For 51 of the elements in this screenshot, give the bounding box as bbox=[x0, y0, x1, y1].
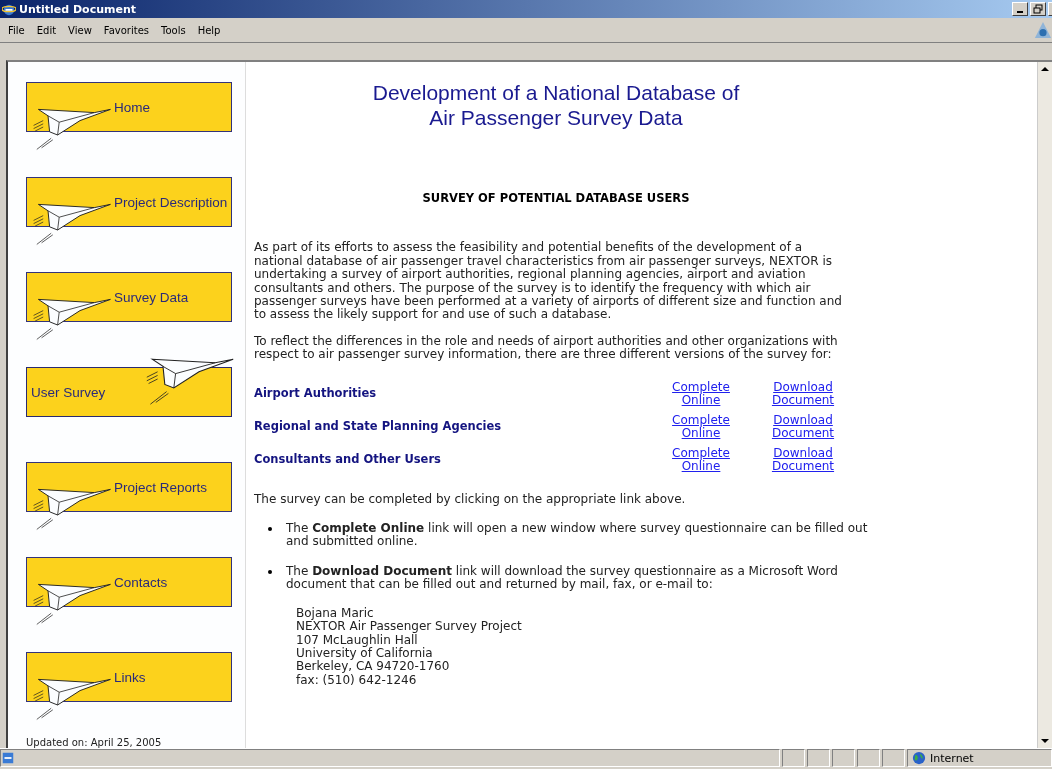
security-zone-label: Internet bbox=[930, 751, 974, 765]
menu-item[interactable]: File bbox=[2, 24, 31, 36]
menu-item[interactable]: Tools bbox=[155, 24, 192, 36]
address-line: NEXTOR Air Passenger Survey Project bbox=[296, 620, 523, 634]
complete-online-link[interactable]: Complete Online bbox=[666, 380, 736, 408]
section-heading: SURVEY OF POTENTIAL DATABASE USERS bbox=[421, 192, 691, 206]
download-document-link[interactable]: Download Document bbox=[768, 413, 838, 441]
menu-item[interactable]: Favorites bbox=[97, 24, 155, 36]
scrollbar[interactable] bbox=[1037, 62, 1052, 748]
address-line: University of California bbox=[296, 646, 434, 661]
minimize-button[interactable] bbox=[1012, 2, 1028, 16]
globe-icon bbox=[912, 751, 926, 765]
page-title: Development of a National Database of Air Passenger Survey Data bbox=[371, 80, 741, 130]
nav-button[interactable]: Survey Data bbox=[26, 272, 232, 322]
address-line: 107 McLaughlin Hall bbox=[296, 633, 418, 647]
bullet-icon bbox=[268, 527, 272, 532]
user-group-label: Airport Authorities bbox=[254, 387, 378, 401]
complete-online-link[interactable]: Complete Online bbox=[666, 446, 736, 474]
nav-button[interactable]: Contacts bbox=[26, 557, 232, 607]
download-document-link[interactable]: Download Document bbox=[768, 446, 838, 474]
page-icon bbox=[1, 751, 15, 765]
updated-date: Updated on: April 25, 2005 bbox=[26, 737, 163, 748]
download-document-link[interactable]: Download Document bbox=[768, 380, 838, 408]
address-line: fax: (510) 642-1246 bbox=[296, 673, 418, 688]
bullet-text: The Download Document link will download the survey questionnaire as a Microsoft Word document that can be filled out and returned by mail, fax, or e-mail to: bbox=[286, 564, 839, 592]
restore-button[interactable] bbox=[1030, 2, 1046, 16]
menu-item[interactable]: View bbox=[62, 24, 98, 36]
paragraph: As part of its efforts to assess the feasibility and potential benefits of the development of a national database of air passenger travel characteristics from air passenger surveys, NEXTOR is undertaking a survey of airport authorities, regional planning agencies, airport and aviation consultants and others. The purpose of the survey is to identify the frequency with which air passenger surveys have been performed at a variety of airports of different size and function and to assess the likely support for and use of such a database. bbox=[254, 241, 843, 322]
nav-button[interactable]: Project Reports bbox=[26, 462, 232, 512]
minimize-icon bbox=[1017, 11, 1023, 13]
address-line: Berkeley, CA 94720-1760 bbox=[296, 660, 451, 674]
user-group-label: Consultants and Other Users bbox=[254, 453, 442, 467]
nav-button[interactable]: User Survey bbox=[26, 367, 232, 417]
paragraph: The survey can be completed by clicking on the appropriate link above. bbox=[254, 492, 687, 507]
menu-item[interactable]: Help bbox=[191, 24, 227, 36]
menu-item[interactable]: Edit bbox=[30, 24, 63, 36]
nav-button[interactable]: Links bbox=[26, 652, 232, 702]
scroll-up-icon[interactable] bbox=[1041, 66, 1049, 72]
window-title: Untitled Document bbox=[19, 2, 137, 16]
bullet-text: The Complete Online link will open a new window where survey questionnaire can be filled out and submitted online. bbox=[286, 522, 869, 549]
user-group-label: Regional and State Planning Agencies bbox=[254, 420, 503, 434]
scroll-down-icon[interactable] bbox=[1041, 738, 1049, 744]
complete-online-link[interactable]: Complete Online bbox=[666, 413, 736, 441]
restore-icon bbox=[1033, 4, 1043, 14]
browser-icon bbox=[2, 2, 16, 16]
paragraph: To reflect the differences in the role and needs of airport authorities and other organizations with respect to air passenger survey information, there are three different versions of the survey for: bbox=[254, 334, 839, 362]
nav-button[interactable]: Project Description bbox=[26, 177, 232, 227]
bullet-icon bbox=[268, 569, 272, 574]
nav-button[interactable]: Home bbox=[26, 82, 232, 132]
address-line: Bojana Maric bbox=[296, 606, 375, 620]
browser-logo-icon bbox=[1034, 20, 1052, 40]
